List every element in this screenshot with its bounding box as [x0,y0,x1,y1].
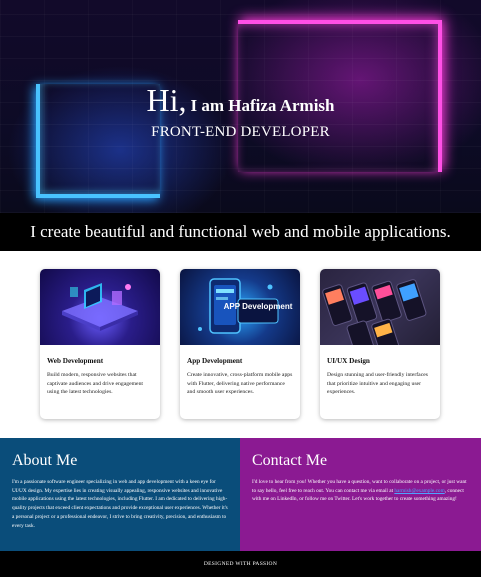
app-development-illustration: APP Development [180,269,300,345]
app-label: APP Development [224,302,293,311]
about-section: About Me I'm a passionate software engin… [0,438,240,551]
service-card-web[interactable]: Web Development Build modern, responsive… [40,269,160,419]
contact-text: I'd love to hear from you! Whether you h… [252,478,471,504]
service-title: UI/UX Design [327,357,370,365]
ui-ux-illustration [320,269,440,345]
footer: DESIGNED WITH PASSION [0,551,481,577]
contact-section: Contact Me I'd love to hear from you! Wh… [240,438,481,551]
hero-title: Hi, I am Hafiza Armish [0,82,481,119]
hero-banner: Hi, I am Hafiza Armish FRONT-END DEVELOP… [0,0,481,213]
phone-hologram-icon: APP Development [198,278,293,334]
isometric-laptop-icon [62,283,138,331]
contact-email-link[interactable]: harmish@example.com [394,488,444,494]
service-description: Build modern, responsive websites that c… [47,372,144,395]
service-description: Design stunning and user-friendly interf… [327,372,428,395]
about-text: I'm a passionate software engineer speci… [12,479,228,529]
service-title: App Development [187,357,243,365]
service-title: Web Development [47,357,104,365]
tagline: I create beautiful and functional web an… [0,213,481,251]
web-development-illustration [40,269,160,345]
contact-title: Contact Me [252,452,328,469]
service-description: Create innovative, cross-platform mobile… [187,372,293,395]
hero-greeting: Hi, [146,82,187,118]
service-card-app[interactable]: APP Development App Development Create i… [180,269,300,419]
hero-role: FRONT-END DEVELOPER [151,124,330,140]
phone-mockups-icon [322,279,427,345]
services-section: Web Development Build modern, responsive… [0,251,481,438]
service-card-uiux[interactable]: UI/UX Design Design stunning and user-fr… [320,269,440,419]
about-title: About Me [12,452,78,469]
hero-name: I am Hafiza Armish [190,96,335,115]
